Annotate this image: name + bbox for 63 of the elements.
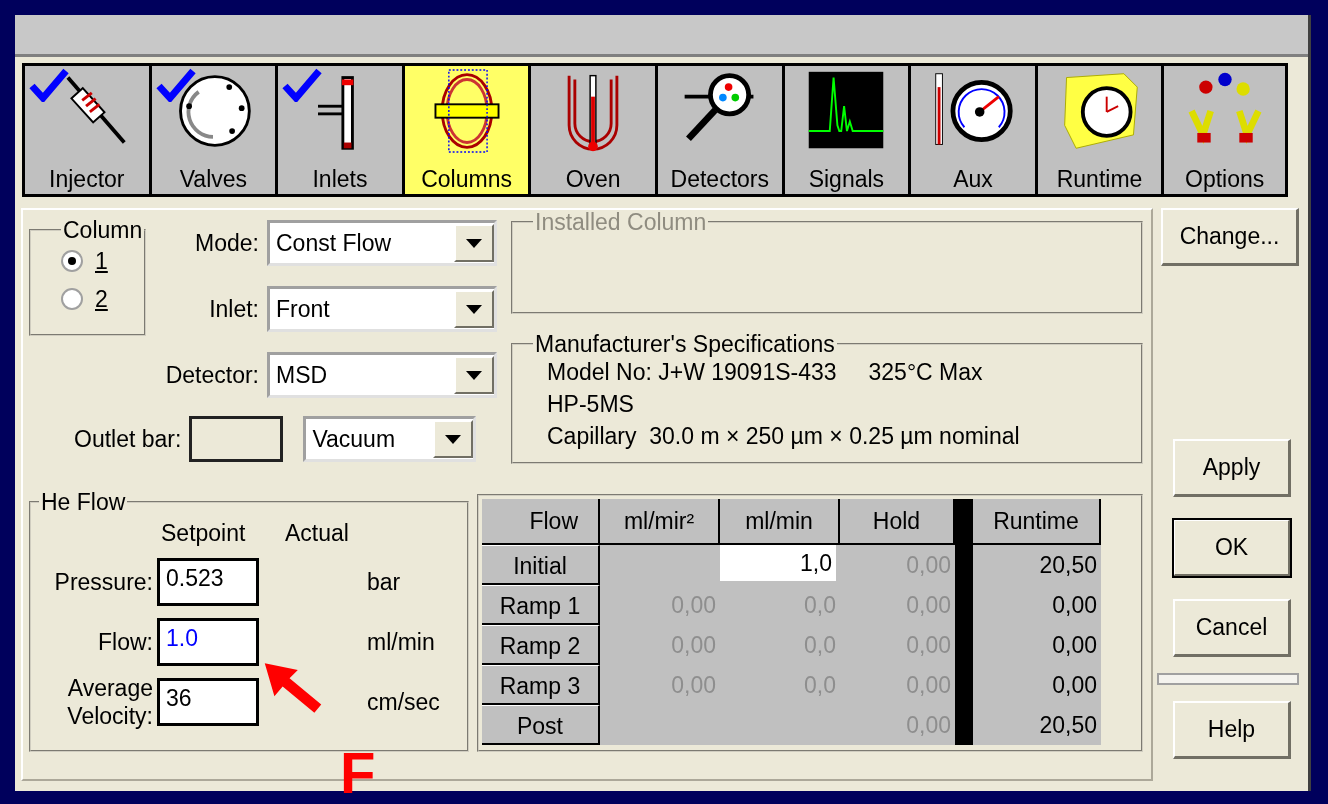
group-title: Manufacturer's Specifications <box>534 332 836 356</box>
unit-label: cm/sec <box>367 688 440 716</box>
row-header: Post <box>482 705 600 745</box>
row-header: Ramp 1 <box>482 585 600 625</box>
field-label: Flow: <box>97 628 154 656</box>
dropdown[interactable]: Front <box>267 286 497 332</box>
dialog-button[interactable]: Apply <box>1173 439 1291 497</box>
column-header: Setpoint <box>161 519 247 547</box>
column-header: Flow <box>482 499 600 545</box>
table-cell-text: 20,50 <box>1038 710 1098 740</box>
row-header: Ramp 2 <box>482 625 600 665</box>
annotation-letter: F <box>340 744 376 802</box>
change-button[interactable]: Change... <box>1161 208 1299 266</box>
input-field[interactable]: 1,0 <box>720 545 836 581</box>
input-field[interactable]: 36 <box>157 678 259 726</box>
field-label: Detector: <box>165 361 259 389</box>
input-field[interactable]: 0.523 <box>157 558 259 606</box>
spec-text: Model No: J+W 19091S-433 325°C Max <box>546 358 984 387</box>
row-header: Initial <box>482 545 600 585</box>
column-header: Hold <box>840 499 955 545</box>
tool-tab[interactable]: Valves <box>148 63 276 197</box>
dropdown[interactable]: MSD <box>267 352 497 398</box>
dropdown[interactable]: Vacuum <box>303 416 477 462</box>
radio-button[interactable] <box>61 288 83 310</box>
tool-tab[interactable]: Options <box>1161 63 1288 197</box>
dialog-button[interactable]: Cancel <box>1173 599 1291 657</box>
tool-tab[interactable]: Injector <box>22 63 149 197</box>
help-button[interactable]: Help <box>1173 701 1291 759</box>
radio-label[interactable]: 1 <box>95 247 108 275</box>
dialog-button[interactable]: OK <box>1173 519 1291 577</box>
spec-text: Capillary 30.0 m × 250 µm × 0.25 µm nominal <box>546 422 1021 451</box>
tool-tab[interactable]: Aux <box>908 63 1035 197</box>
input-field[interactable] <box>189 416 284 462</box>
tool-tab[interactable]: Inlets <box>275 63 402 197</box>
field-label: Inlet: <box>209 295 259 323</box>
group-title: Column <box>62 218 144 242</box>
tool-tab[interactable]: Signals <box>781 63 909 197</box>
column-header: Runtime <box>973 499 1101 545</box>
table-cell-text: 0,00 <box>1051 630 1098 660</box>
field-label: Mode: <box>195 229 259 257</box>
column-header: ml/mir² <box>600 499 720 545</box>
tool-tab[interactable]: Oven <box>528 63 655 197</box>
table-cell-text: 0,00 <box>1051 590 1098 620</box>
dropdown[interactable]: Const Flow <box>267 220 497 266</box>
radio-label[interactable]: 2 <box>95 285 108 313</box>
spec-text: HP-5MS <box>546 390 635 419</box>
field-label: Outlet bar: <box>74 425 182 453</box>
unit-label: ml/min <box>367 628 435 656</box>
radio-button[interactable] <box>61 250 83 272</box>
column-header: Actual <box>285 519 349 547</box>
row-header: Ramp 3 <box>482 665 600 705</box>
group-title: Installed Column <box>534 210 708 234</box>
input-field[interactable]: 1.0 <box>157 618 259 666</box>
pointer-arrow <box>262 660 324 716</box>
tool-tab[interactable]: Columns <box>401 63 529 197</box>
unit-label: bar <box>367 568 401 596</box>
table-cell-text: 0,00 <box>1051 670 1098 700</box>
field-label: Pressure: <box>53 568 154 596</box>
tool-tab[interactable]: Runtime <box>1034 63 1162 197</box>
field-label: Average Velocity: <box>66 674 154 730</box>
table-cell-text: 20,50 <box>1038 550 1098 580</box>
group-title: He Flow <box>40 490 127 514</box>
tool-tab[interactable]: Detectors <box>654 63 782 197</box>
